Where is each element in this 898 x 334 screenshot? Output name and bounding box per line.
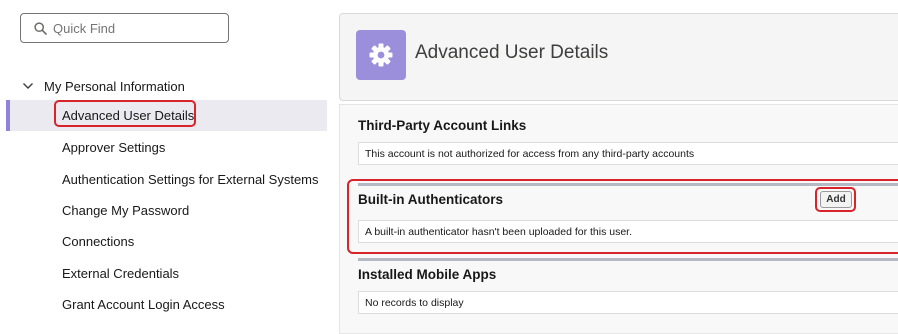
empty-message: A built-in authenticator hasn't been upl… (365, 226, 633, 238)
nav-group-my-personal-information[interactable]: My Personal Information (22, 77, 185, 95)
section-body: A built-in authenticator hasn't been upl… (358, 220, 898, 243)
sidebar-item-authentication-settings[interactable]: Authentication Settings for External Sys… (6, 164, 327, 195)
sidebar-item-change-my-password[interactable]: Change My Password (6, 195, 327, 226)
sidebar-item-label: Authentication Settings for External Sys… (62, 172, 319, 187)
setup-sidebar: My Personal Information Advanced User De… (0, 0, 328, 329)
quick-find-box[interactable] (20, 13, 229, 43)
section-body: No records to display (358, 291, 898, 314)
empty-message: This account is not authorized for acces… (365, 148, 695, 160)
section-title: Installed Mobile Apps (358, 267, 497, 282)
sidebar-item-label: Approver Settings (62, 140, 166, 155)
chevron-down-icon (23, 83, 33, 89)
empty-message: No records to display (365, 297, 464, 309)
section-title: Third-Party Account Links (358, 118, 527, 133)
sidebar-item-connections[interactable]: Connections (6, 226, 327, 257)
section-body: This account is not authorized for acces… (358, 142, 898, 165)
page-header: Advanced User Details (339, 13, 898, 101)
sidebar-item-label: External Credentials (62, 266, 180, 281)
sidebar-item-label: Change My Password (62, 203, 190, 218)
sidebar-item-grant-account-login-access[interactable]: Grant Account Login Access (6, 289, 327, 320)
sidebar-item-label: Grant Account Login Access (62, 297, 225, 312)
sidebar-item-label: Advanced User Details (62, 108, 195, 123)
nav-group-label: My Personal Information (44, 78, 185, 94)
page-title: Advanced User Details (415, 42, 609, 63)
sidebar-item-label: Connections (62, 234, 135, 249)
section-divider (358, 183, 898, 186)
sidebar-item-external-credentials[interactable]: External Credentials (6, 258, 327, 289)
quick-find-input[interactable] (53, 19, 223, 37)
section-title: Built-in Authenticators (358, 192, 503, 207)
section-divider (358, 258, 898, 261)
sidebar-item-advanced-user-details[interactable]: Advanced User Details (6, 100, 327, 131)
page-header-icon (356, 30, 406, 80)
search-icon (34, 22, 47, 35)
gear-icon (369, 43, 393, 67)
sidebar-item-approver-settings[interactable]: Approver Settings (6, 132, 327, 163)
add-authenticator-button[interactable]: Add (820, 191, 852, 208)
